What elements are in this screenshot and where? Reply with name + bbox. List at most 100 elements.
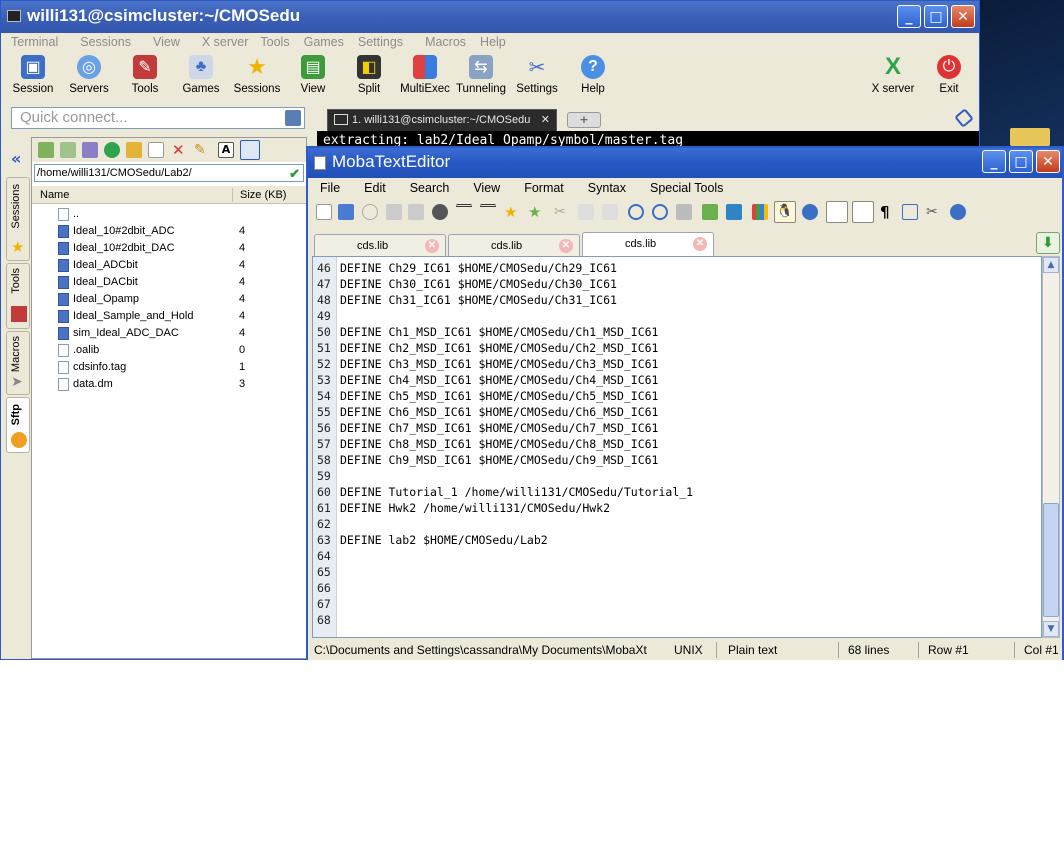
desktop-folder-icon[interactable] [1010,128,1050,146]
sftp-path-input[interactable]: /home/willi131/CMOSedu/Lab2/ ✔ [34,164,304,182]
menu-sessions[interactable]: Sessions [80,33,131,51]
editor-menu-search[interactable]: Search [410,178,450,198]
menu-games[interactable]: Games [304,33,344,51]
scroll-down-arrow[interactable]: ▼ [1043,621,1059,637]
editor-tab-2[interactable]: cds.lib ✕ [448,234,580,256]
close-tab-icon[interactable]: ✕ [425,239,439,253]
close-tab-icon[interactable]: ✕ [541,113,550,126]
menu-help[interactable]: Help [480,33,506,51]
pilcrow-icon[interactable]: ¶ [880,204,896,220]
editor-maximize-button[interactable]: □ [1009,150,1033,173]
toggle-panel-icon[interactable] [826,201,848,223]
upload-icon[interactable] [82,142,98,158]
multiexec-button[interactable]: MultiExec [395,51,455,103]
new-file-icon[interactable] [316,204,332,220]
save-all-icon[interactable] [408,204,424,220]
star-icon[interactable]: ★ [504,204,520,220]
column-name[interactable]: Name [40,189,69,201]
games-button[interactable]: ♣ Games [171,51,231,103]
file-row[interactable]: Ideal_10#2dbit_DAC 4 [32,240,306,257]
session-button[interactable]: ▣ Session [3,51,63,103]
quick-connect-icon[interactable] [285,110,301,126]
star-green-icon[interactable]: ★ [528,204,544,220]
new-tab-button[interactable]: + [567,112,601,128]
help-button[interactable]: ? Help [563,51,623,103]
new-folder-icon[interactable] [126,142,142,158]
file-row[interactable]: Ideal_DACbit 4 [32,274,306,291]
settings-icon[interactable]: ✂ [926,204,942,220]
scroll-up-arrow[interactable]: ▲ [1043,257,1059,273]
exit-button[interactable]: ⏻ Exit [919,51,979,103]
refresh-icon[interactable] [104,142,120,158]
paste-icon[interactable] [602,204,618,220]
checkmark-icon[interactable]: ✔ [289,166,300,182]
close-tab-icon[interactable]: ✕ [693,237,707,251]
unix-eol-icon[interactable]: 🐧 [774,201,796,223]
wand-icon[interactable]: ✎ [194,142,210,158]
close-tab-icon[interactable]: ✕ [559,239,573,253]
close-file-icon[interactable] [432,204,448,220]
editor-menu-syntax[interactable]: Syntax [588,178,626,198]
settings-button[interactable]: ✂ Settings [507,51,567,103]
vertical-scrollbar[interactable]: ▲ ▼ [1042,256,1060,638]
editor-tab-1[interactable]: cds.lib ✕ [314,234,446,256]
editor-menu-view[interactable]: View [473,178,500,198]
file-row[interactable]: sim_Ideal_ADC_DAC 4 [32,325,306,342]
save-icon[interactable] [386,204,402,220]
menu-view[interactable]: View [153,33,180,51]
open-file-icon[interactable] [338,204,354,220]
tab-sessions[interactable]: Sessions ★ [6,177,30,261]
menu-terminal[interactable]: Terminal [11,33,58,51]
tab-tools[interactable]: Tools [6,263,30,329]
close-button[interactable]: ✕ [951,5,975,28]
menu-macros[interactable]: Macros [425,33,466,51]
new-file-icon[interactable] [148,142,164,158]
editor-minimize-button[interactable]: _ [982,150,1006,173]
file-row[interactable]: data.dm 3 [32,376,306,393]
maximize-button[interactable]: □ [924,5,948,28]
minimize-button[interactable]: _ [897,5,921,28]
line-numbers-icon[interactable] [902,204,918,220]
editor-titlebar[interactable]: MobaTextEditor _ □ ✕ [308,148,1062,178]
file-row[interactable]: .. [32,206,306,223]
editor-menu-format[interactable]: Format [524,178,564,198]
encoding-icon[interactable] [726,204,742,220]
collapse-arrows-icon[interactable]: « [11,149,21,168]
menu-tools[interactable]: Tools [260,33,289,51]
convert-icon[interactable] [702,204,718,220]
parent-folder-icon[interactable] [38,142,54,158]
terminal-tab[interactable]: 1. willi131@csimcluster:~/CMOSedu ✕ [327,109,557,131]
download-icon[interactable] [60,142,76,158]
indent-icon[interactable] [456,204,472,220]
find-replace-icon[interactable] [652,204,668,220]
scroll-thumb[interactable] [1043,503,1059,617]
view-button[interactable]: ▤ View [283,51,343,103]
editor-menu-special-tools[interactable]: Special Tools [650,178,723,198]
column-size[interactable]: Size (KB) [240,189,286,201]
editor-close-button[interactable]: ✕ [1036,150,1060,173]
file-row[interactable]: Ideal_Sample_and_Hold 4 [32,308,306,325]
outdent-icon[interactable] [480,204,496,220]
print-icon[interactable] [676,204,692,220]
editor-menu-edit[interactable]: Edit [364,178,386,198]
file-row[interactable]: Ideal_ADCbit 4 [32,257,306,274]
file-row[interactable]: Ideal_Opamp 4 [32,291,306,308]
menu-settings[interactable]: Settings [358,33,403,51]
main-titlebar[interactable]: willi131@csimcluster:~/CMOSedu _ □ ✕ [1,1,979,33]
reload-icon[interactable] [362,204,378,220]
editor-menu-file[interactable]: File [320,178,340,198]
word-wrap-icon[interactable] [852,201,874,223]
tab-macros[interactable]: Macros ➤ [6,331,30,395]
mac-eol-icon[interactable] [802,204,818,220]
find-icon[interactable] [628,204,644,220]
cut-icon[interactable]: ✂ [554,204,570,220]
menu-x-server[interactable]: X server [202,33,249,51]
download-arrow-icon[interactable]: ⬇ [1036,232,1060,254]
servers-button[interactable]: ◎ Servers [59,51,119,103]
file-row[interactable]: .oalib 0 [32,342,306,359]
tools-button[interactable]: ✎ Tools [115,51,175,103]
text-mode-icon[interactable]: A [218,142,234,158]
power-icon[interactable] [950,204,966,220]
code-area[interactable]: 46 DEFINE Ch29_IC61 $HOME/CMOSedu/Ch29_IC… [312,256,1042,638]
windows-eol-icon[interactable] [752,204,768,220]
